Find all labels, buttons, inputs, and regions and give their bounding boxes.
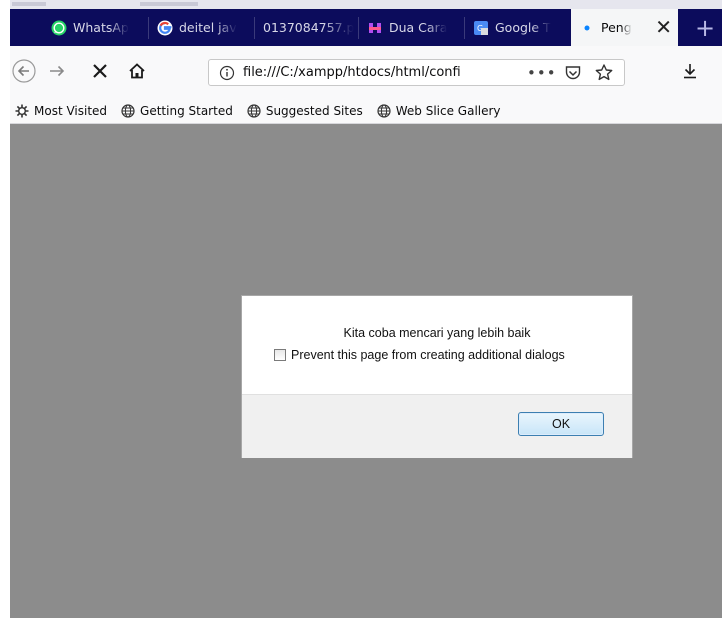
tab-label: WhatsAp xyxy=(73,20,129,35)
globe-icon xyxy=(247,103,261,118)
bookmark-label: Web Slice Gallery xyxy=(395,103,501,118)
tab-whatsapp[interactable]: WhatsAp xyxy=(43,9,149,46)
tab-deitel[interactable]: deitel jav xyxy=(149,9,255,46)
bookmark-star-icon[interactable] xyxy=(594,63,614,87)
tab-label: Dua Cara xyxy=(389,20,448,35)
gear-icon xyxy=(15,104,29,118)
stop-x-icon xyxy=(93,64,107,78)
tab-label: deitel jav xyxy=(179,20,237,35)
tab-bar: WhatsAp deitel jav 0137084757.p Dua Cara… xyxy=(10,0,722,46)
prevent-dialogs-option[interactable]: Prevent this page from creating addition… xyxy=(274,348,565,362)
pocket-icon[interactable] xyxy=(564,64,582,86)
bookmarks-toolbar: Most Visited Getting Started Suggested S… xyxy=(10,98,722,124)
page-actions-icon[interactable]: ••• xyxy=(527,64,557,82)
whatsapp-icon xyxy=(51,20,67,36)
back-button[interactable] xyxy=(10,57,38,85)
navigation-toolbar: file:///C:/xampp/htdocs/html/confi ••• xyxy=(10,46,722,98)
bookmark-web-slice-gallery[interactable]: Web Slice Gallery xyxy=(377,104,501,118)
forward-arrow-icon xyxy=(50,65,65,77)
tab-label: 0137084757.p xyxy=(263,20,355,35)
url-text[interactable]: file:///C:/xampp/htdocs/html/confi xyxy=(243,65,495,80)
alert-dialog: Kita coba mencari yang lebih baik Preven… xyxy=(241,295,633,458)
google-translate-icon: G xyxy=(473,20,489,36)
forward-button[interactable] xyxy=(43,57,71,85)
page-content-overlay: Kita coba mencari yang lebih baik Preven… xyxy=(10,124,722,618)
bookmark-getting-started[interactable]: Getting Started xyxy=(121,104,233,118)
bookmark-label: Suggested Sites xyxy=(265,103,363,118)
globe-icon xyxy=(377,103,391,118)
window-edge xyxy=(0,0,10,618)
ok-button[interactable]: OK xyxy=(518,412,604,436)
bookmark-label: Most Visited xyxy=(34,103,108,118)
bookmark-most-visited[interactable]: Most Visited xyxy=(15,104,107,118)
info-icon[interactable] xyxy=(219,65,235,81)
url-bar[interactable]: file:///C:/xampp/htdocs/html/confi ••• xyxy=(208,59,625,86)
home-button[interactable] xyxy=(123,57,151,85)
globe-icon xyxy=(121,103,135,118)
tab-google-translate[interactable]: G Google T xyxy=(465,9,571,46)
new-tab-button[interactable]: + xyxy=(688,9,722,46)
dialog-footer: OK xyxy=(242,394,632,458)
prevent-dialogs-checkbox[interactable] xyxy=(274,349,286,361)
plus-icon: + xyxy=(694,13,716,42)
tab-dua-cara[interactable]: Dua Cara xyxy=(359,9,465,46)
back-arrow-icon xyxy=(12,59,36,83)
checkbox-label: Prevent this page from creating addition… xyxy=(291,348,565,362)
bookmark-suggested-sites[interactable]: Suggested Sites xyxy=(247,104,363,118)
tab-label: Peng xyxy=(601,20,632,35)
downloads-button[interactable] xyxy=(676,57,704,85)
home-icon xyxy=(129,63,145,79)
tab-active-page[interactable]: Peng ✕ xyxy=(571,9,678,46)
stop-button[interactable] xyxy=(86,57,114,85)
bookmark-label: Getting Started xyxy=(140,103,233,118)
site-icon xyxy=(367,20,383,36)
tab-label: Google T xyxy=(495,20,551,35)
google-icon xyxy=(157,20,173,36)
tab-pdf[interactable]: 0137084757.p xyxy=(255,9,359,46)
dialog-message: Kita coba mencari yang lebih baik xyxy=(343,326,531,340)
close-tab-icon[interactable]: ✕ xyxy=(655,15,672,39)
download-icon xyxy=(684,64,696,79)
loading-dot-icon xyxy=(579,20,595,36)
tab-bar-top-edge xyxy=(10,0,722,9)
